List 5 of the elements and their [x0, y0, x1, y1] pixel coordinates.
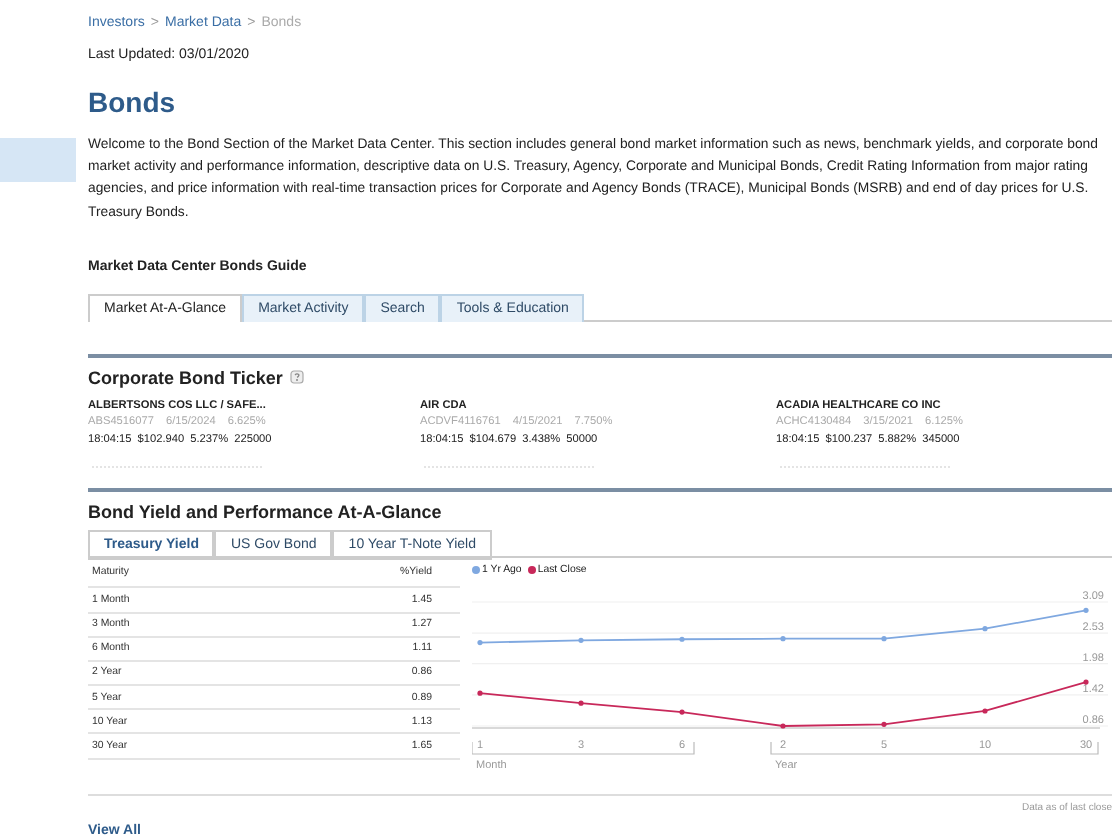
section-heading: Bond Yield and Performance At-A-Glance — [88, 502, 444, 523]
sidebar-highlight — [0, 138, 76, 182]
help-icon[interactable] — [290, 370, 305, 385]
section-heading: Corporate Bond Ticker — [88, 367, 283, 388]
page-title: Bonds — [88, 86, 178, 118]
